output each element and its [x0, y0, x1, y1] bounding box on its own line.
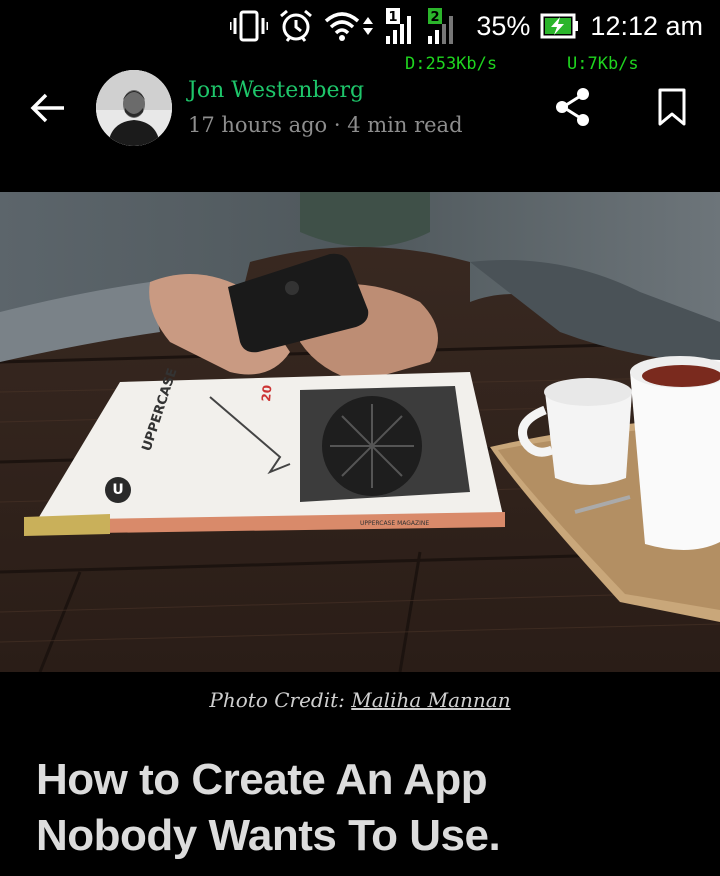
- bookmark-button[interactable]: [654, 86, 690, 128]
- magazine-issue: 20: [259, 384, 274, 402]
- data-arrows-icon: [362, 11, 374, 41]
- svg-text:U: U: [112, 482, 123, 498]
- wifi-icon: [324, 11, 360, 41]
- author-avatar[interactable]: [96, 70, 172, 146]
- magazine-spine: UPPERCASE MAGAZINE: [360, 520, 429, 527]
- sim2-badge: 2: [431, 10, 440, 25]
- battery-percent: 35%: [476, 10, 531, 41]
- vibrate-icon: [230, 9, 269, 43]
- clock: 12:12 am: [590, 10, 703, 41]
- share-icon: [556, 88, 589, 126]
- post-meta: 17 hours ago · 4 min read: [188, 113, 463, 137]
- photo-caption: Photo Credit: Maliha Mannan: [0, 688, 720, 712]
- battery-charging-icon: [540, 12, 580, 40]
- bookmark-icon: [658, 88, 686, 126]
- article-title: How to Create An App Nobody Wants To Use…: [36, 752, 696, 864]
- back-button[interactable]: [26, 86, 70, 130]
- status-bar: 1 2 35% 12:12 am D:253Kb/s U:7Kb/s: [0, 0, 720, 74]
- status-icons: 1 2 35% 12:12 am: [230, 6, 720, 46]
- article-title-line2: Nobody Wants To Use.: [36, 811, 501, 860]
- alarm-icon: [278, 8, 314, 44]
- photo-credit-link[interactable]: Maliha Mannan: [351, 688, 510, 712]
- back-arrow-icon: [30, 93, 64, 123]
- article-title-line1: How to Create An App: [36, 755, 488, 804]
- signal-icon: 1: [384, 6, 422, 46]
- caption-prefix: Photo Credit:: [209, 688, 352, 712]
- article-toolbar: Jon Westenberg 17 hours ago · 4 min read: [0, 60, 720, 160]
- author-name[interactable]: Jon Westenberg: [188, 78, 364, 103]
- sim1-badge: 1: [389, 10, 398, 25]
- hero-image: U UPPERCASE 20 UPPERCASE MAGAZINE: [0, 192, 720, 672]
- share-button[interactable]: [552, 86, 594, 128]
- signal-sim2-icon: 2: [426, 6, 466, 46]
